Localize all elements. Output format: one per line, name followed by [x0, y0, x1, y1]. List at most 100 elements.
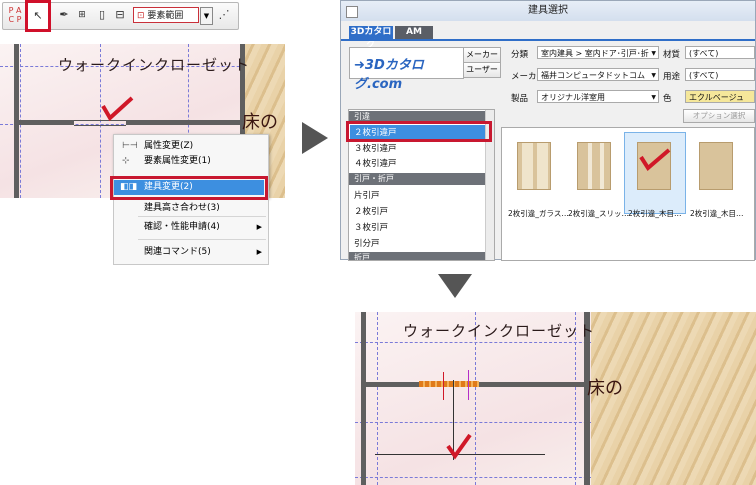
thumbnail-label: 2枚引違_スリッ… — [568, 209, 628, 218]
floor-label: 床の — [587, 378, 623, 399]
highlight-box — [346, 121, 492, 142]
list-item[interactable]: ３枚引戸 — [354, 221, 388, 233]
menu-item-fitting-height[interactable]: 建具高さ合わせ(3) — [114, 201, 268, 216]
context-menu-lower: 建具高さ合わせ(3) 確認・性能申請(4) ▶ 関連コマンド(5) ▶ — [113, 196, 269, 265]
tab-label: AM — [406, 27, 422, 37]
usage-value: (すべて) — [689, 71, 719, 80]
grid-line — [377, 312, 378, 485]
menu-item-label: 属性変更(Z) — [144, 141, 194, 151]
chevron-down-icon: ▼ — [651, 94, 656, 101]
submenu-arrow-icon: ▶ — [256, 223, 262, 231]
door-marker — [443, 372, 444, 400]
color-value: エクルベージュ — [689, 93, 745, 102]
material-field[interactable]: (すべて) — [685, 46, 755, 59]
category-label: 分類 — [511, 50, 529, 60]
thumbnail-item-selected[interactable]: 2枚引違_木目… — [628, 138, 682, 218]
thumbnail-label: 2枚引違_木目… — [628, 209, 682, 218]
menu-item-label: 確認・性能申請(4) — [144, 222, 220, 232]
list-item[interactable]: ３枚引違戸 — [354, 142, 397, 154]
tab-3d-catalog[interactable]: 3Dカタログ — [349, 26, 393, 50]
menu-divider — [138, 216, 266, 217]
dialog-title: 建具選択 — [528, 5, 568, 16]
measure-icon[interactable]: ⊞ — [73, 6, 91, 24]
chevron-down-icon: ▼ — [651, 72, 656, 79]
usage-label: 用途 — [663, 72, 681, 82]
door-marker — [468, 370, 469, 400]
maker-select[interactable]: 福井コンピュータドットコム ▼ — [537, 68, 659, 81]
material-label: 材質 — [663, 50, 681, 60]
tab-am[interactable]: AM — [395, 26, 433, 39]
dialog-title-bar: 建具選択 — [341, 1, 755, 21]
product-select[interactable]: オリジナル洋室用 ▼ — [537, 90, 659, 103]
category-header[interactable]: 折戸 — [349, 252, 486, 261]
catalog-logo: ➜3Dカタログ.com — [354, 58, 424, 92]
maker-value: 福井コンピュータドットコム — [541, 71, 645, 80]
color-label: 色 — [663, 94, 672, 104]
app-icon — [346, 6, 358, 18]
wall — [361, 382, 419, 387]
menu-item-related-commands[interactable]: 関連コマンド(5) ▶ — [114, 245, 268, 260]
category-header-label: 引戸・折戸 — [354, 174, 394, 183]
user-button[interactable]: ユーザー — [463, 62, 501, 78]
menu-item-element-attribute[interactable]: ⊹ 要素属性変更(1) — [114, 154, 268, 169]
catalog-logo-box: ➜3Dカタログ.com — [349, 47, 464, 92]
sliding-door[interactable] — [419, 381, 479, 387]
option-select-button[interactable]: オプション選択 — [683, 109, 755, 123]
list-item[interactable]: ２枚引戸 — [354, 205, 388, 217]
menu-item-label: 関連コマンド(5) — [144, 247, 211, 257]
list-item[interactable]: 引分戸 — [354, 237, 380, 249]
thumbnail-item[interactable]: 2枚引違_スリッ… — [568, 138, 628, 218]
element-range-icon: ⊡ — [137, 11, 145, 21]
door-wood-icon — [699, 142, 733, 190]
product-label: 製品 — [511, 94, 529, 104]
category-header-label: 引違 — [354, 112, 370, 121]
category-select[interactable]: 室内建具 > 室内ドア･引戸･折 ▼ — [537, 46, 659, 59]
room-name: ウォークインクローゼット — [403, 322, 596, 340]
submenu-arrow-icon: ▶ — [256, 248, 262, 256]
button-label: ユーザー — [466, 65, 498, 74]
button-label: オプション選択 — [692, 111, 746, 120]
tile-icon[interactable]: P AC P — [6, 6, 24, 24]
thumbnail-label: 2枚引違_木目… — [690, 209, 744, 218]
pointer-icon[interactable]: ↖ — [25, 0, 51, 32]
eyedropper-icon[interactable]: ✒ — [55, 6, 73, 24]
list-item[interactable]: 片引戸 — [354, 189, 380, 201]
layout-icon[interactable]: ⊟ — [111, 6, 129, 24]
range-label: 要素範囲 — [147, 11, 184, 21]
door-slit-icon — [577, 142, 611, 190]
menu-item-label: 建具高さ合わせ(3) — [144, 203, 220, 213]
page-icon[interactable]: ▯ — [93, 6, 111, 24]
product-value: オリジナル洋室用 — [541, 93, 605, 102]
wall — [479, 382, 591, 387]
category-header-label: 折戸 — [354, 253, 370, 261]
thumbnail-item[interactable]: 2枚引違_ガラス… — [508, 138, 568, 218]
wall — [126, 120, 245, 125]
door-glass-icon — [517, 142, 551, 190]
check-mark-icon — [446, 433, 472, 460]
thumbnail-grid: 2枚引違_ガラス… 2枚引違_スリッ… 2枚引違_木目… 2枚引違_木目… — [501, 127, 755, 261]
wall — [361, 312, 366, 485]
check-mark-icon — [639, 148, 671, 172]
attribute-icon: ⊢⊣ — [122, 141, 138, 151]
menu-item-check-apply[interactable]: 確認・性能申請(4) ▶ — [114, 220, 268, 235]
maker-button[interactable]: メーカー — [463, 47, 501, 63]
chevron-down-icon[interactable]: ▼ — [200, 7, 213, 25]
button-label: メーカー — [466, 50, 498, 59]
toolbar: P AC P ↖ ✒ ⊞ ▯ ⊟ ⊡ 要素範囲 ▼ ⋰ — [2, 0, 239, 32]
logo-text: 3Dカタログ.com — [354, 58, 424, 92]
chevron-down-icon: ▼ — [651, 50, 656, 57]
element-attribute-icon: ⊹ — [122, 156, 130, 166]
thumbnail-label: 2枚引違_ガラス… — [508, 209, 568, 218]
list-item[interactable]: ４枚引違戸 — [354, 157, 397, 169]
plan-view-bottom[interactable]: ウォークインクローゼット 床の — [355, 312, 756, 485]
wall — [14, 120, 74, 125]
menu-item-attribute[interactable]: ⊢⊣ 属性変更(Z) — [114, 139, 268, 154]
element-range-select[interactable]: ⊡ 要素範囲 — [133, 7, 199, 23]
category-header[interactable]: 引戸・折戸 — [349, 173, 486, 185]
color-field[interactable]: エクルベージュ — [685, 90, 755, 103]
usage-field[interactable]: (すべて) — [685, 68, 755, 81]
thumbnail-item[interactable]: 2枚引違_木目… — [690, 138, 744, 218]
route-icon[interactable]: ⋰ — [215, 6, 233, 24]
tab-divider — [341, 39, 755, 41]
category-value: 室内建具 > 室内ドア･引戸･折 — [541, 49, 649, 58]
